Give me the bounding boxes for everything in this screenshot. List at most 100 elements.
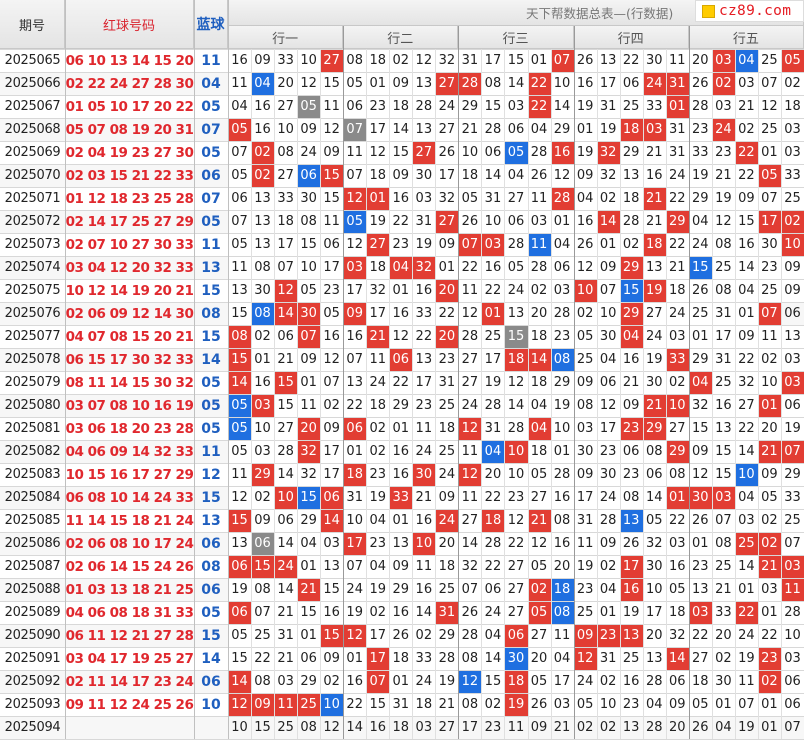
grid-number-cell: 02 bbox=[415, 628, 433, 643]
grid-number-cell: 14 bbox=[738, 444, 755, 459]
grid-number-cell: 18 bbox=[389, 716, 413, 739]
grid-number-cell: 06 bbox=[784, 697, 801, 712]
grid-number-cell: 16 bbox=[645, 168, 663, 183]
grid-number-cell: 09 bbox=[392, 76, 410, 91]
grid-number-cell: 31 bbox=[484, 191, 502, 206]
grid-number-cell: 30 bbox=[412, 463, 436, 486]
grid-number-cell: 12 bbox=[458, 670, 482, 693]
grid-number-cell: 11 bbox=[369, 352, 387, 367]
grid-number-cell: 10 bbox=[599, 306, 617, 321]
grid-number-cell: 15 bbox=[323, 76, 340, 91]
grid-number-cell: 19 bbox=[576, 559, 594, 574]
period-cell: 2025078 bbox=[0, 348, 65, 371]
grid-number-cell: 22 bbox=[761, 628, 778, 643]
grid-number-cell: 05 bbox=[507, 260, 525, 275]
grid-number-cell: 13 bbox=[415, 122, 433, 137]
grid-number-cell: 22 bbox=[738, 421, 755, 436]
grid-number-cell: 19 bbox=[734, 716, 758, 739]
grid-number-cell: 21 bbox=[645, 214, 663, 229]
grid-number-cell: 20 bbox=[715, 628, 732, 643]
grid-number-cell: 07 bbox=[599, 283, 617, 298]
grid-number-cell: 14 bbox=[553, 99, 571, 114]
grid-number-cell: 24 bbox=[415, 444, 433, 459]
grid-number-cell: 12 bbox=[507, 375, 525, 390]
grid-number-cell: 32 bbox=[297, 440, 321, 463]
grid-number-cell: 02 bbox=[251, 141, 275, 164]
blue-ball-cell: 05 bbox=[194, 95, 228, 118]
grid-number-cell: 25 bbox=[761, 53, 778, 68]
grid-number-cell: 25 bbox=[784, 191, 801, 206]
grid-number-cell: 11 bbox=[461, 283, 479, 298]
grid-number-cell: 31 bbox=[576, 513, 594, 528]
grid-number-cell: 23 bbox=[757, 647, 781, 670]
grid-number-cell: 04 bbox=[231, 99, 248, 114]
grid-number-cell: 05 bbox=[527, 601, 551, 624]
grid-number-cell: 14 bbox=[738, 559, 755, 574]
grid-number-cell: 25 bbox=[622, 99, 640, 114]
grid-number-cell: 09 bbox=[251, 693, 275, 716]
grid-number-cell: 07 bbox=[738, 697, 755, 712]
site-logo[interactable]: cz89.com bbox=[695, 0, 804, 22]
grid-number-cell: 06 bbox=[343, 417, 367, 440]
grid-number-cell: 11 bbox=[323, 99, 340, 114]
grid-number-cell: 23 bbox=[622, 467, 640, 482]
grid-number-cell: 12 bbox=[507, 513, 525, 528]
period-cell: 2025068 bbox=[0, 118, 65, 141]
red-balls-cell: 03 04 12 20 32 33 bbox=[65, 256, 194, 279]
grid-number-cell: 10 bbox=[254, 421, 271, 436]
grid-number-cell: 06 bbox=[484, 145, 502, 160]
grid-number-cell: 08 bbox=[668, 467, 686, 482]
grid-number-cell: 01 bbox=[761, 605, 778, 620]
grid-number-cell: 07 bbox=[254, 605, 271, 620]
grid-number-cell: 26 bbox=[392, 628, 410, 643]
red-balls-cell: 06 15 17 30 32 33 bbox=[65, 348, 194, 371]
grid-number-cell: 01 bbox=[346, 444, 363, 459]
grid-number-cell: 02 bbox=[622, 237, 640, 252]
grid-number-cell: 21 bbox=[277, 352, 294, 367]
grid-number-cell: 30 bbox=[715, 674, 732, 689]
grid-number-cell: 12 bbox=[415, 53, 433, 68]
grid-number-cell: 04 bbox=[530, 122, 548, 137]
blue-ball-cell: 05 bbox=[194, 141, 228, 164]
grid-number-cell: 12 bbox=[346, 237, 363, 252]
grid-number-cell: 06 bbox=[645, 467, 663, 482]
grid-number-cell: 29 bbox=[553, 122, 571, 137]
grid-number-cell: 01 bbox=[665, 95, 689, 118]
grid-number-cell: 19 bbox=[622, 605, 640, 620]
grid-number-cell: 01 bbox=[369, 76, 387, 91]
grid-number-cell: 30 bbox=[688, 486, 712, 509]
grid-number-cell: 21 bbox=[277, 605, 294, 620]
red-balls-cell: 10 12 14 19 20 21 bbox=[65, 279, 194, 302]
grid-number-cell: 27 bbox=[277, 421, 294, 436]
period-cell: 2025076 bbox=[0, 302, 65, 325]
grid-number-cell: 27 bbox=[435, 716, 459, 739]
grid-number-cell: 11 bbox=[231, 260, 248, 275]
grid-number-cell: 07 bbox=[715, 513, 732, 528]
grid-number-cell: 24 bbox=[300, 145, 317, 160]
grid-number-cell: 18 bbox=[392, 99, 410, 114]
grid-number-cell: 15 bbox=[277, 398, 294, 413]
grid-number-cell: 09 bbox=[527, 716, 551, 739]
grid-number-cell: 13 bbox=[715, 421, 732, 436]
grid-number-cell: 07 bbox=[366, 670, 390, 693]
grid-number-cell: 26 bbox=[692, 513, 709, 528]
grid-number-cell: 02 bbox=[738, 122, 755, 137]
grid-number-cell: 17 bbox=[438, 168, 456, 183]
grid-number-cell: 09 bbox=[599, 536, 617, 551]
grid-number-cell: 09 bbox=[573, 624, 597, 647]
grid-number-cell: 07 bbox=[458, 233, 482, 256]
blue-ball-cell: 06 bbox=[194, 164, 228, 187]
grid-number-cell: 24 bbox=[346, 582, 363, 597]
grid-number-cell: 08 bbox=[254, 674, 271, 689]
grid-number-cell: 08 bbox=[715, 283, 732, 298]
grid-number-cell: 18 bbox=[343, 463, 367, 486]
grid-number-cell: 25 bbox=[622, 651, 640, 666]
grid-number-cell: 31 bbox=[346, 490, 363, 505]
grid-number-cell: 01 bbox=[438, 260, 456, 275]
grid-number-cell: 04 bbox=[251, 72, 275, 95]
grid-number-cell: 08 bbox=[553, 513, 571, 528]
grid-number-cell: 10 bbox=[320, 693, 344, 716]
grid-number-cell: 11 bbox=[527, 233, 551, 256]
grid-number-cell: 04 bbox=[645, 697, 663, 712]
grid-number-cell: 09 bbox=[254, 53, 271, 68]
